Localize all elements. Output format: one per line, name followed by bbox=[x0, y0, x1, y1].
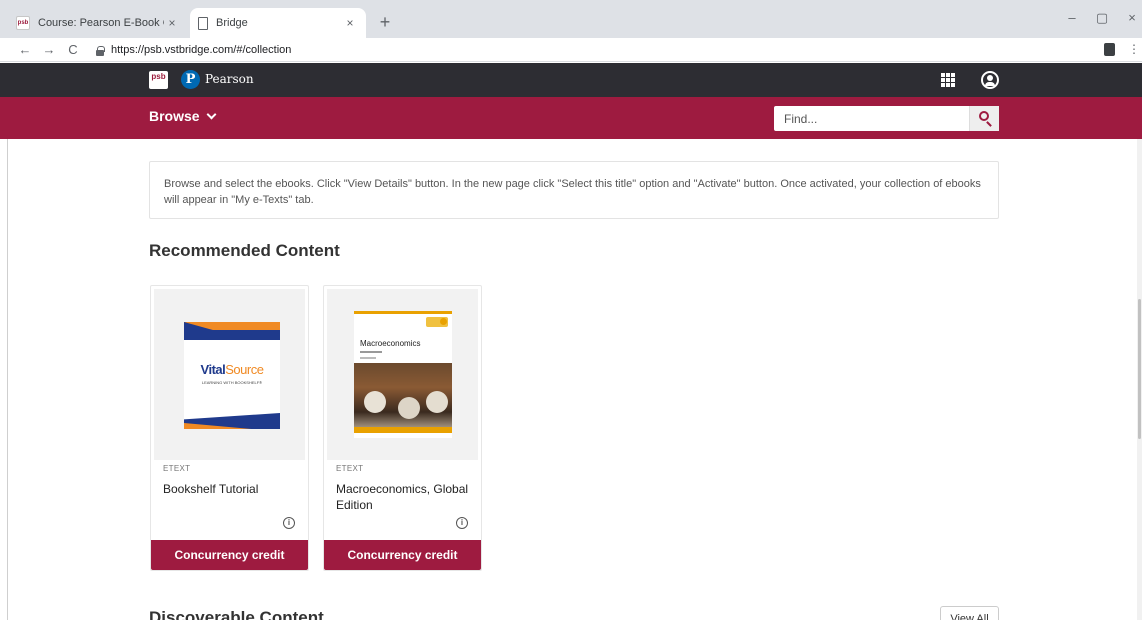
search-input[interactable] bbox=[774, 106, 969, 131]
browser-tab-strip: psb Course: Pearson E-Book Collectio × B… bbox=[0, 0, 1142, 38]
pearson-logo-icon[interactable]: P bbox=[181, 70, 200, 89]
tab-label: Bridge bbox=[216, 17, 248, 29]
document-icon bbox=[198, 16, 208, 30]
info-icon[interactable]: i bbox=[456, 517, 468, 529]
cover-photo bbox=[354, 363, 452, 433]
extension-icon[interactable] bbox=[1104, 43, 1115, 56]
chevron-down-icon bbox=[206, 109, 217, 119]
book-card[interactable]: VitalSource LEARNING WITH BOOKSHELF® ETE… bbox=[150, 285, 309, 571]
url-text: https://psb.vstbridge.com/#/collection bbox=[111, 44, 292, 56]
browse-bar: Browse bbox=[0, 97, 1142, 139]
top-header: psb P Pearson bbox=[0, 63, 1142, 97]
search-button[interactable] bbox=[969, 106, 999, 131]
psb-logo-text: psb bbox=[151, 72, 166, 81]
browse-dropdown[interactable]: Browse bbox=[149, 108, 217, 124]
minimize-button[interactable]: – bbox=[1062, 10, 1082, 25]
view-all-button[interactable]: View All bbox=[940, 606, 999, 620]
concurrency-credit-button[interactable]: Concurrency credit bbox=[151, 540, 308, 570]
lock-icon bbox=[96, 45, 105, 56]
restore-button[interactable]: ▢ bbox=[1092, 10, 1112, 26]
forward-icon[interactable]: → bbox=[40, 41, 58, 59]
content-type-label: ETEXT bbox=[336, 464, 364, 473]
tab-label: Course: Pearson E-Book Collectio bbox=[38, 17, 164, 29]
psb-logo[interactable]: psb bbox=[149, 71, 168, 89]
browser-menu-icon[interactable]: ⋮ bbox=[1128, 42, 1140, 56]
url-field[interactable]: https://psb.vstbridge.com/#/collection bbox=[92, 40, 1082, 60]
book-cover-macroeconomics[interactable]: Macroeconomics bbox=[354, 311, 452, 438]
vitalsource-logo: VitalSource bbox=[200, 362, 264, 377]
info-icon[interactable]: i bbox=[283, 517, 295, 529]
page-left-border bbox=[7, 139, 8, 620]
pearson-wordmark[interactable]: Pearson bbox=[205, 72, 254, 86]
tab-close-icon[interactable]: × bbox=[342, 16, 358, 30]
cover-subtitle: LEARNING WITH BOOKSHELF® bbox=[201, 380, 263, 385]
cover-title: Macroeconomics bbox=[360, 339, 421, 348]
reload-icon[interactable]: C bbox=[64, 41, 82, 59]
tab-bridge[interactable]: Bridge × bbox=[190, 8, 366, 38]
concurrency-credit-button[interactable]: Concurrency credit bbox=[324, 540, 481, 570]
search-box bbox=[774, 106, 999, 131]
account-icon[interactable] bbox=[981, 71, 999, 89]
search-icon bbox=[979, 111, 989, 121]
recommended-content-heading: Recommended Content bbox=[149, 241, 340, 260]
close-window-button[interactable]: × bbox=[1122, 10, 1142, 25]
scrollbar[interactable] bbox=[1137, 139, 1142, 620]
global-edition-badge bbox=[426, 317, 448, 327]
discoverable-content-heading: Discoverable Content bbox=[149, 608, 324, 620]
book-cover-vitalsource[interactable]: VitalSource LEARNING WITH BOOKSHELF® bbox=[184, 322, 280, 429]
tab-close-icon[interactable]: × bbox=[164, 16, 180, 30]
book-title[interactable]: Bookshelf Tutorial bbox=[163, 481, 299, 497]
psb-favicon-icon: psb bbox=[16, 16, 30, 30]
browse-label: Browse bbox=[149, 108, 200, 124]
book-cover-area: VitalSource LEARNING WITH BOOKSHELF® bbox=[154, 289, 305, 460]
tab-pearson-course[interactable]: psb Course: Pearson E-Book Collectio × bbox=[8, 8, 188, 38]
instructions-notice: Browse and select the ebooks. Click "Vie… bbox=[149, 161, 999, 219]
back-icon[interactable]: ← bbox=[16, 41, 34, 59]
new-tab-button[interactable]: + bbox=[374, 12, 396, 32]
book-card[interactable]: Macroeconomics ETEXT Macroeconomics, Glo… bbox=[323, 285, 482, 571]
book-title[interactable]: Macroeconomics, Global Edition bbox=[336, 481, 472, 513]
book-cover-area: Macroeconomics bbox=[327, 289, 478, 460]
apps-grid-icon[interactable] bbox=[941, 73, 955, 87]
address-bar: ← → C https://psb.vstbridge.com/#/collec… bbox=[0, 38, 1142, 62]
content-type-label: ETEXT bbox=[163, 464, 191, 473]
